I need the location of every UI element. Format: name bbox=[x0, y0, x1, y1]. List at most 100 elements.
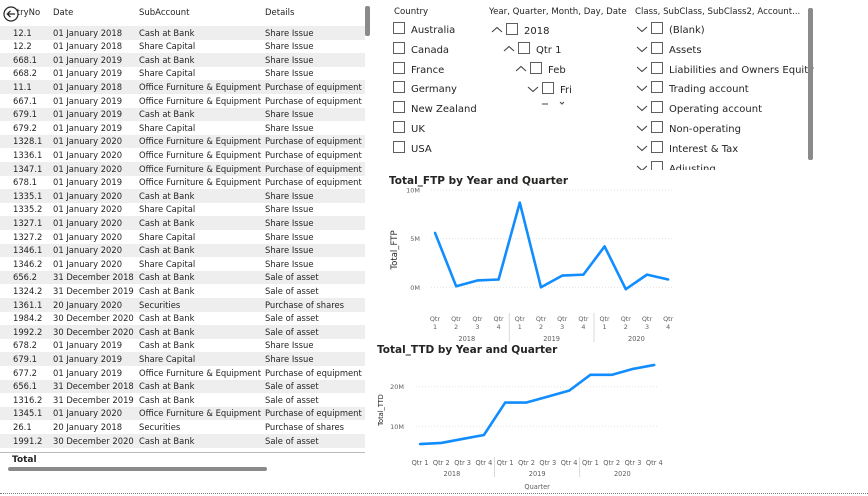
chevron-down-icon[interactable] bbox=[635, 163, 649, 170]
table-row[interactable]: 678.1 01 January 2019 Office Furniture & E… bbox=[0, 176, 365, 190]
date-hierarchy-option[interactable]: Fri bbox=[542, 82, 572, 96]
column-header[interactable]: Details bbox=[265, 8, 294, 18]
class-hierarchy-option[interactable]: Trading account bbox=[651, 81, 749, 95]
table-row[interactable]: 679.2 01 January 2019 Share Capital Share I… bbox=[0, 121, 365, 135]
class-hierarchy-option[interactable]: Non-operating bbox=[651, 121, 741, 135]
table-row[interactable]: 1335.2 01 January 2020 Share Capital Share … bbox=[0, 203, 365, 217]
country-option[interactable]: Australia bbox=[393, 22, 455, 36]
country-option[interactable]: New Zealand bbox=[393, 101, 477, 115]
data-point[interactable] bbox=[539, 286, 543, 289]
column-header[interactable]: SubAccount bbox=[139, 8, 190, 18]
ttd-line-chart[interactable]: 10M 20M Total_TTD Qtr 1 Qtr 2 Qtr 3 Qtr 4 Qtr 1… bbox=[372, 356, 702, 494]
checkbox[interactable] bbox=[651, 160, 663, 170]
table-row[interactable]: 1346.1 01 January 2020 Cash at Bank Share I… bbox=[0, 243, 365, 258]
chevron-down-icon[interactable] bbox=[635, 24, 649, 34]
column-header[interactable]: Date bbox=[53, 8, 73, 18]
class-hierarchy-option[interactable]: Interest & Tax bbox=[651, 140, 738, 155]
table-row[interactable]: 679.1 01 January 2019 Cash at Bank Share Is… bbox=[0, 107, 365, 122]
data-point[interactable] bbox=[455, 285, 458, 288]
checkbox[interactable] bbox=[542, 82, 554, 94]
data-point[interactable] bbox=[561, 274, 564, 277]
class-hierarchy-option[interactable]: Liabilities and Owners Equity bbox=[651, 61, 814, 76]
data-point[interactable] bbox=[624, 288, 627, 291]
date-hierarchy-option[interactable]: Qtr 1 bbox=[518, 42, 561, 56]
data-point[interactable] bbox=[589, 373, 592, 377]
ftp-line-chart[interactable]: 0M5M10MTotal_FTPQtr1Qtr2Qtr3Qtr4Qtr1Qtr2… bbox=[384, 188, 684, 346]
data-point[interactable] bbox=[567, 389, 571, 392]
checkbox[interactable] bbox=[651, 121, 663, 133]
checkbox[interactable] bbox=[530, 62, 542, 74]
data-point[interactable] bbox=[497, 278, 500, 281]
checkbox[interactable] bbox=[651, 41, 663, 54]
table-row[interactable]: 1345.1 01 January 2020 Office Furniture & … bbox=[0, 406, 365, 421]
class-slicer-scrollbar[interactable] bbox=[808, 8, 813, 160]
date-hierarchy-option[interactable]: Feb bbox=[530, 62, 566, 76]
checkbox[interactable] bbox=[651, 101, 663, 114]
table-row[interactable]: 1991.2 30 December 2020 Cash at Bank Sale o… bbox=[0, 434, 365, 448]
table-row[interactable]: 26.1 20 January 2018 Securities Purchase of… bbox=[0, 420, 365, 434]
checkbox[interactable] bbox=[393, 81, 405, 94]
chevron-down-icon[interactable] bbox=[635, 64, 649, 74]
checkbox[interactable] bbox=[518, 42, 530, 54]
data-point[interactable] bbox=[433, 231, 437, 234]
table-row[interactable]: 1324.2 31 December 2019 Cash at Bank Sale o… bbox=[0, 284, 365, 298]
data-point[interactable] bbox=[645, 273, 649, 276]
table-row[interactable]: 12.1 01 January 2018 Cash at Bank Share Iss… bbox=[0, 26, 365, 40]
checkbox[interactable] bbox=[651, 61, 663, 74]
table-horizontal-scrollbar[interactable] bbox=[8, 467, 267, 471]
country-option[interactable]: USA bbox=[393, 140, 432, 155]
table-row[interactable]: 667.1 01 January 2019 Office Furniture & E… bbox=[0, 94, 365, 108]
table-row[interactable]: 1335.1 01 January 2020 Cash at Bank Share I… bbox=[0, 189, 365, 203]
country-option[interactable]: Canada bbox=[393, 41, 449, 56]
data-point[interactable] bbox=[603, 245, 606, 248]
checkbox[interactable] bbox=[651, 22, 663, 34]
data-point[interactable] bbox=[610, 373, 613, 377]
series-line[interactable] bbox=[419, 363, 655, 446]
chevron-down-icon[interactable] bbox=[635, 143, 649, 153]
table-row[interactable]: 1361.1 20 January 2020 Securities Purchase … bbox=[0, 298, 365, 312]
table-row[interactable]: 668.1 01 January 2019 Cash at Bank Share Is… bbox=[0, 53, 365, 67]
data-point[interactable] bbox=[440, 441, 443, 445]
table-row[interactable]: 1984.2 30 December 2020 Cash at Bank Sale o… bbox=[0, 312, 365, 326]
data-point[interactable] bbox=[667, 278, 670, 281]
checkbox[interactable] bbox=[393, 22, 405, 34]
table-row[interactable]: 668.2 01 January 2019 Share Capital Share I… bbox=[0, 67, 365, 81]
chevron-down-icon[interactable] bbox=[540, 100, 570, 106]
chevron-up-icon[interactable] bbox=[502, 44, 516, 54]
chevron-down-icon[interactable] bbox=[635, 83, 649, 93]
chevron-down-icon[interactable] bbox=[635, 123, 649, 133]
chevron-up-icon[interactable] bbox=[490, 25, 504, 35]
back-arrow-icon[interactable] bbox=[3, 6, 19, 22]
table-row[interactable]: 679.1 01 January 2019 Share Capital Share I… bbox=[0, 352, 365, 366]
data-point[interactable] bbox=[525, 401, 528, 404]
data-point[interactable] bbox=[461, 437, 464, 441]
table-row[interactable]: 656.1 31 December 2018 Cash at Bank Sale of… bbox=[0, 379, 365, 394]
table-row[interactable]: 11.1 01 January 2018 Office Furniture & Eq… bbox=[0, 80, 365, 94]
table-row[interactable]: 1328.1 01 January 2020 Office Furniture & … bbox=[0, 134, 365, 149]
checkbox[interactable] bbox=[393, 61, 405, 74]
table-row[interactable]: 1347.1 01 January 2020 Office Furniture & … bbox=[0, 162, 365, 176]
data-point[interactable] bbox=[546, 395, 549, 398]
checkbox[interactable] bbox=[393, 101, 405, 114]
data-point[interactable] bbox=[518, 201, 521, 204]
data-point[interactable] bbox=[418, 442, 422, 446]
chevron-down-icon[interactable] bbox=[635, 103, 649, 113]
table-row[interactable]: 1316.2 31 December 2019 Cash at Bank Sale o… bbox=[0, 393, 365, 407]
class-hierarchy-option[interactable]: (Blank) bbox=[651, 22, 705, 36]
checkbox[interactable] bbox=[393, 140, 405, 153]
checkbox[interactable] bbox=[651, 81, 663, 94]
checkbox[interactable] bbox=[393, 41, 405, 54]
country-option[interactable]: Germany bbox=[393, 81, 457, 95]
chevron-down-icon[interactable] bbox=[635, 44, 649, 54]
chevron-up-icon[interactable] bbox=[514, 64, 528, 74]
table-row[interactable]: 1327.2 01 January 2020 Share Capital Share … bbox=[0, 230, 365, 244]
date-hierarchy-option[interactable]: 2018 bbox=[506, 23, 549, 37]
table-row[interactable]: 1327.1 01 January 2020 Cash at Bank Share I… bbox=[0, 216, 365, 230]
data-point[interactable] bbox=[482, 433, 486, 437]
table-row[interactable]: 12.2 01 January 2018 Share Capital Share Is… bbox=[0, 40, 365, 54]
table-row[interactable]: 1992.2 30 December 2020 Cash at Bank Sale o… bbox=[0, 325, 365, 339]
checkbox[interactable] bbox=[506, 23, 518, 35]
table-row[interactable]: 678.2 01 January 2019 Cash at Bank Share Is… bbox=[0, 339, 365, 353]
class-hierarchy-option[interactable]: Adjusting bbox=[651, 160, 716, 170]
entries-table[interactable]: EntryNo Date SubAccount Details 12.1 01 Janu… bbox=[0, 0, 372, 472]
